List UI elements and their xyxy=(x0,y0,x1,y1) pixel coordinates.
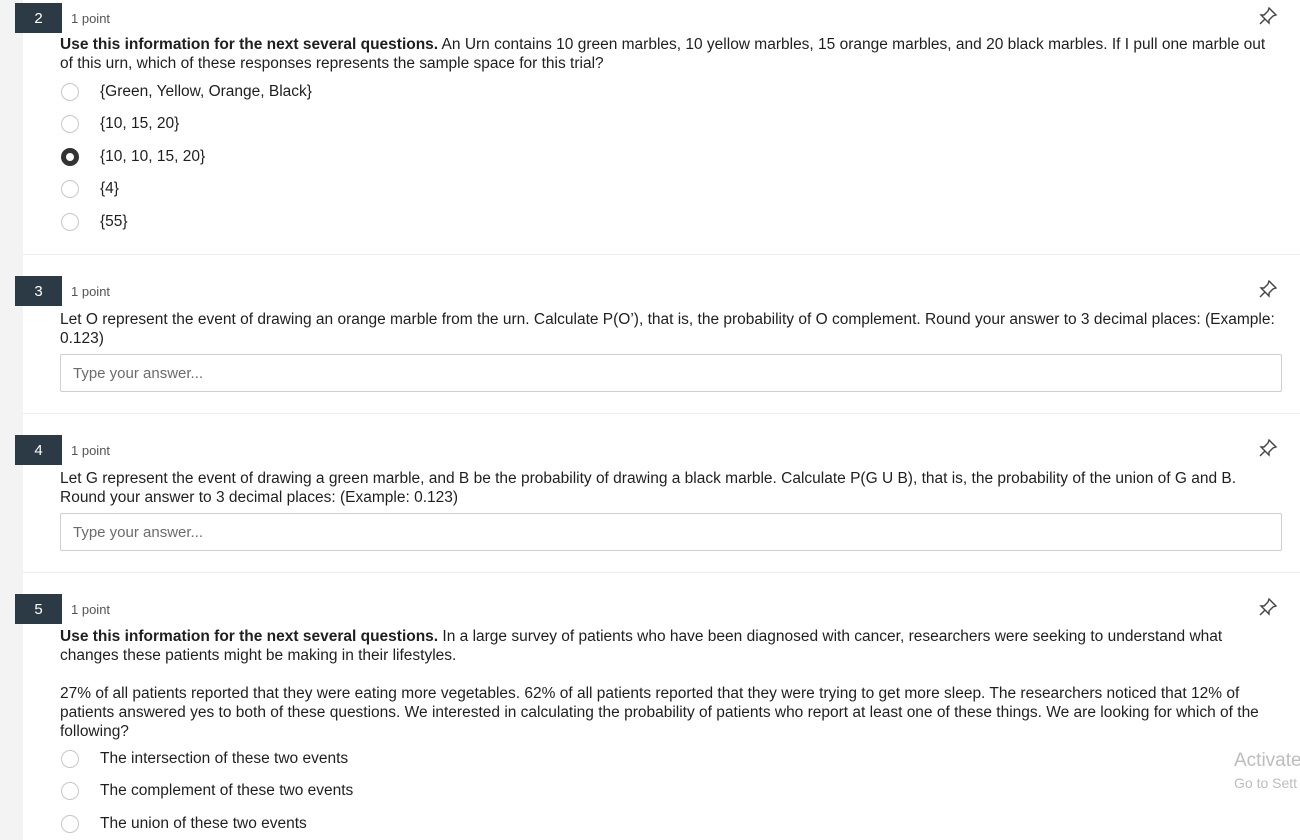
option-label: The complement of these two events xyxy=(100,782,354,799)
option-1[interactable]: The intersection of these two events xyxy=(60,746,348,772)
question-number: 5 xyxy=(15,594,62,624)
radio-button-selected[interactable] xyxy=(61,148,79,166)
activation-watermark-subtitle: Go to Sett xyxy=(1234,775,1298,791)
pin-icon[interactable] xyxy=(1258,438,1278,458)
question-points: 1 point xyxy=(71,11,111,26)
option-label: {10, 15, 20} xyxy=(100,115,180,132)
radio-button[interactable] xyxy=(61,782,79,800)
question-points: 1 point xyxy=(71,284,111,299)
activation-watermark-title: Activate xyxy=(1234,750,1300,771)
question-text-2: 27% of all patients reported that they w… xyxy=(60,685,1259,740)
question-text: Let O represent the event of drawing an … xyxy=(60,311,1275,347)
question-points: 1 point xyxy=(71,443,111,458)
answer-input[interactable] xyxy=(60,513,1282,551)
radio-button[interactable] xyxy=(61,213,79,231)
option-2[interactable]: The complement of these two events xyxy=(60,778,353,804)
question-number: 2 xyxy=(15,3,62,33)
question-lead: Use this information for the next severa… xyxy=(60,628,439,645)
option-label: The union of these two events xyxy=(100,815,307,832)
option-label: {10, 10, 15, 20} xyxy=(100,148,206,165)
pin-icon[interactable] xyxy=(1258,279,1278,299)
option-label: The intersection of these two events xyxy=(100,750,349,767)
answer-input[interactable] xyxy=(60,354,1282,392)
option-5[interactable]: {55} xyxy=(60,209,128,235)
question-text: Use this information for the next severa… xyxy=(60,35,1282,73)
option-3[interactable]: The union of these two events xyxy=(60,811,307,837)
question-number: 4 xyxy=(15,435,62,465)
question-3: 3 1 point Let O represent the event of d… xyxy=(15,255,1300,413)
question-text: Use this information for the next severa… xyxy=(60,627,1282,665)
question-5: 5 1 point Use this information for the n… xyxy=(15,573,1300,840)
radio-button[interactable] xyxy=(61,115,79,133)
radio-button[interactable] xyxy=(61,180,79,198)
question-lead: Use this information for the next severa… xyxy=(60,36,439,53)
radio-button[interactable] xyxy=(61,815,79,833)
left-margin xyxy=(0,0,23,840)
option-2[interactable]: {10, 15, 20} xyxy=(60,111,179,137)
question-2: 2 1 point Use this information for the n… xyxy=(15,0,1300,255)
question-points: 1 point xyxy=(71,602,111,617)
radio-button[interactable] xyxy=(61,750,79,768)
option-1[interactable]: {Green, Yellow, Orange, Black} xyxy=(60,79,312,105)
pin-icon[interactable] xyxy=(1258,597,1278,617)
question-text: Let G represent the event of drawing a g… xyxy=(60,470,1237,506)
question-number: 3 xyxy=(15,276,62,306)
question-4: 4 1 point Let G represent the event of d… xyxy=(15,414,1300,572)
option-3[interactable]: {10, 10, 15, 20} xyxy=(60,144,205,170)
option-label: {Green, Yellow, Orange, Black} xyxy=(100,83,312,100)
option-4[interactable]: {4} xyxy=(60,176,119,202)
pin-icon[interactable] xyxy=(1258,6,1278,26)
option-label: {4} xyxy=(100,180,119,197)
option-label: {55} xyxy=(100,213,128,230)
radio-button[interactable] xyxy=(61,83,79,101)
